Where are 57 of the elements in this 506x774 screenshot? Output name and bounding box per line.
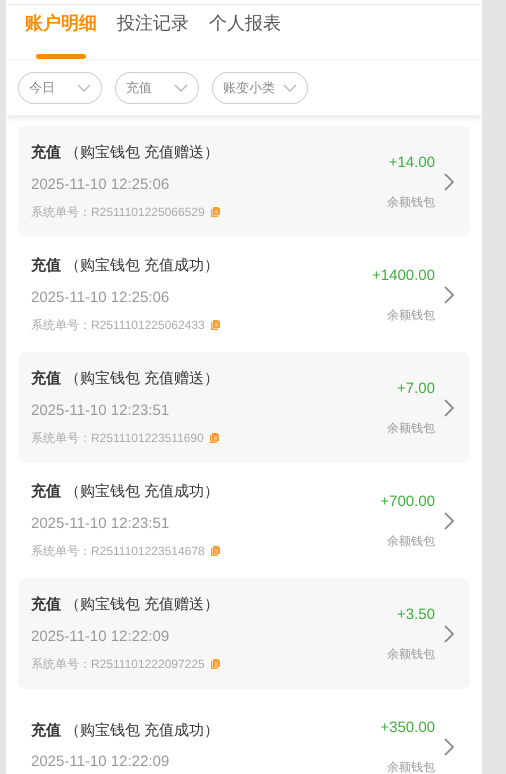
chevron-right-icon: [444, 286, 454, 304]
record-time: 2025-11-10 12:22:09: [31, 626, 170, 646]
record-card[interactable]: 充值 （购宝钱包 充值赠送） 2025-11-10 12:23:51 系统单号：R2511101223511690 +7.00 余额钱包: [18, 352, 470, 463]
amount: +700.00: [380, 492, 435, 512]
order-number: 系统单号：R2511101225066529: [31, 204, 205, 221]
order-number: 系统单号：R2511101223514678: [31, 543, 205, 560]
chevron-down-icon: [283, 84, 297, 92]
copy-icon[interactable]: [210, 433, 219, 443]
chevron-right-icon: [444, 398, 454, 416]
amount: +1400.00: [372, 266, 435, 286]
amount: +3.50: [397, 605, 435, 626]
chevron-right-icon: [444, 624, 454, 642]
record-detail: （购宝钱包 充值成功）: [65, 256, 220, 276]
record-card[interactable]: 充值 （购宝钱包 充值赠送） 2025-11-10 12:25:06 系统单号：R2511101225066529 +14.00 余额钱包: [18, 126, 470, 237]
wallet-label: 余额钱包: [387, 306, 435, 324]
record-type: 充值: [31, 369, 61, 389]
record-type: 充值: [31, 482, 61, 502]
copy-icon[interactable]: [210, 207, 220, 217]
order-number: 系统单号：R2511101225062433: [31, 317, 205, 334]
chevron-down-icon: [174, 84, 188, 92]
copy-icon[interactable]: [210, 546, 220, 556]
record-time: 2025-11-10 12:23:51: [31, 514, 170, 534]
record-type: 充值: [31, 143, 61, 163]
order-number: 系统单号：R2511101222097225: [31, 656, 205, 673]
wallet-label: 余额钱包: [387, 532, 435, 550]
wallet-label: 余额钱包: [387, 646, 435, 663]
record-time: 2025-11-10 12:25:06: [31, 174, 170, 194]
amount: +14.00: [388, 153, 435, 174]
wallet-label: 余额钱包: [387, 420, 435, 437]
chevron-right-icon: [444, 738, 454, 756]
record-card[interactable]: 充值 （购宝钱包 充值赠送） 2025-11-10 12:22:09 系统单号：R2511101222097225 +3.50 余额钱包: [18, 578, 470, 689]
tab[interactable]: 投注记录: [117, 4, 189, 59]
record-type: 充值: [31, 595, 61, 615]
copy-icon[interactable]: [210, 320, 220, 330]
record-detail: （购宝钱包 充值赠送）: [65, 369, 220, 389]
filter-dropdown[interactable]: 今日: [18, 72, 102, 104]
copy-icon[interactable]: [210, 659, 220, 669]
chevron-down-icon: [77, 84, 91, 92]
tab[interactable]: 个人报表: [209, 4, 281, 59]
record-time: 2025-11-10 12:23:51: [31, 400, 170, 420]
amount: +350.00: [380, 718, 435, 738]
record-detail: （购宝钱包 充值成功）: [65, 720, 220, 740]
chevron-right-icon: [444, 172, 454, 190]
record-detail: （购宝钱包 充值成功）: [65, 482, 220, 502]
amount: +7.00: [397, 379, 435, 400]
chevron-right-icon: [444, 512, 454, 530]
record-time: 2025-11-10 12:25:06: [31, 288, 170, 308]
record-time: 2025-11-10 12:22:09: [31, 752, 170, 772]
order-number: 系统单号：R2511101223511690: [31, 430, 204, 447]
filter-dropdown[interactable]: 充值: [115, 72, 199, 104]
filter-dropdown[interactable]: 账变小类: [212, 72, 308, 104]
record-type: 充值: [31, 720, 61, 740]
record-detail: （购宝钱包 充值赠送）: [65, 143, 220, 163]
record-detail: （购宝钱包 充值赠送）: [65, 595, 220, 615]
wallet-label: 余额钱包: [387, 194, 435, 211]
wallet-label: 余额钱包: [387, 758, 435, 774]
record-type: 充值: [31, 256, 61, 276]
